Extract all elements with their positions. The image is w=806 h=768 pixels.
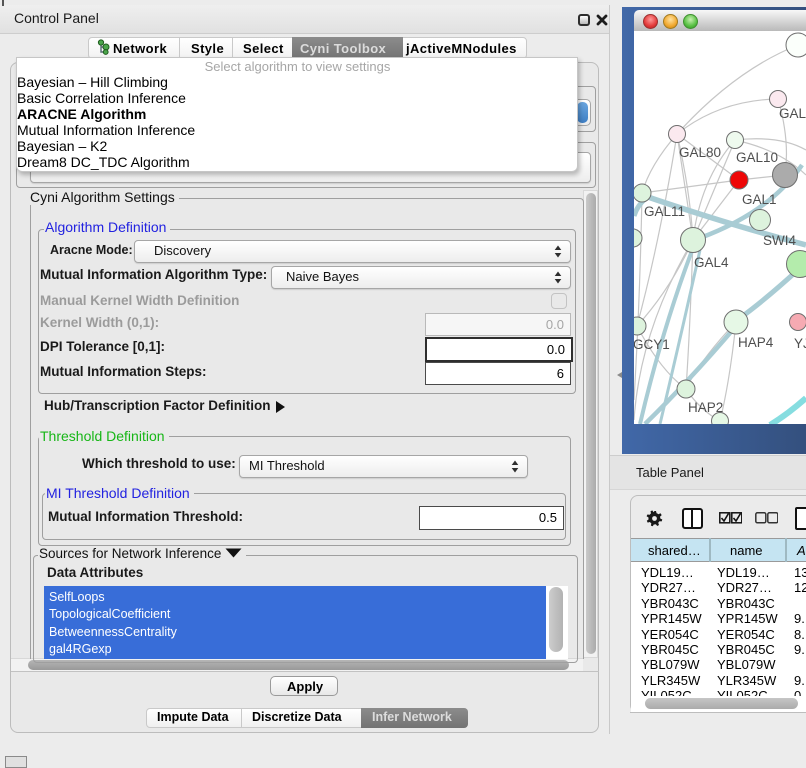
svg-text:YJ: YJ [794, 336, 806, 351]
svg-text:HAP4: HAP4 [738, 335, 774, 350]
svg-text:GAL10: GAL10 [736, 150, 778, 165]
svg-text:GAL11: GAL11 [644, 204, 685, 219]
svg-text:GAL80: GAL80 [679, 145, 721, 160]
svg-text:GCY1: GCY1 [634, 337, 670, 352]
svg-text:SWI4: SWI4 [763, 233, 796, 248]
svg-text:HAP2: HAP2 [688, 400, 723, 415]
svg-text:GAL1: GAL1 [742, 192, 777, 207]
svg-text:GAL7: GAL7 [779, 106, 806, 121]
svg-text:GAL4: GAL4 [694, 255, 729, 270]
